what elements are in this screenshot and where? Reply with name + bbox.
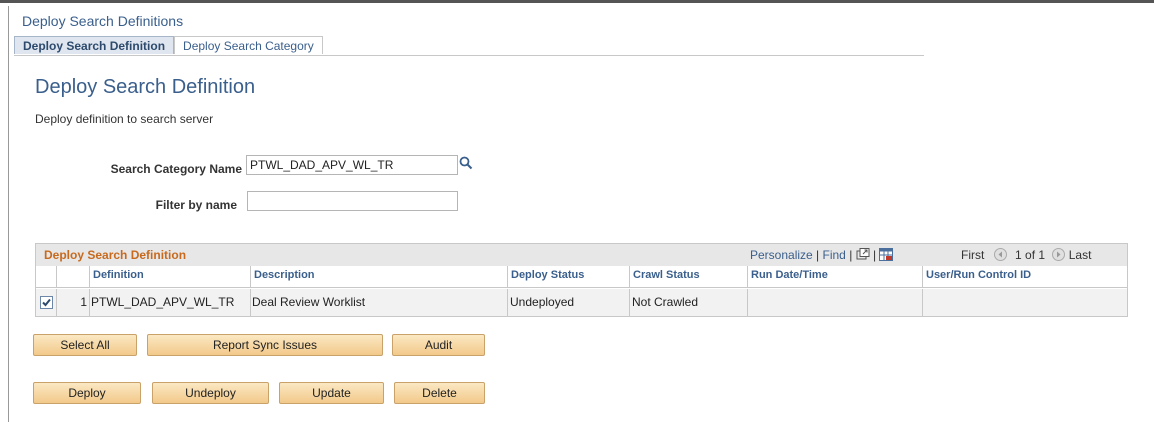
grid-pager: First 1 of 1 Last — [961, 248, 1091, 262]
top-border — [0, 0, 1154, 6]
filter-by-name-label: Filter by name — [155, 198, 237, 212]
filter-by-name-input[interactable] — [247, 191, 458, 211]
column-header-deploy-status[interactable]: Deploy Status — [507, 266, 629, 287]
cell-definition: PTWL_DAD_APV_WL_TR — [89, 289, 250, 316]
cell-user-run-control-id — [922, 289, 1127, 316]
column-header-run-date-time[interactable]: Run Date/Time — [747, 266, 922, 287]
row-number-column-header — [56, 266, 89, 287]
page-range: 1 of 1 — [1015, 248, 1046, 262]
grid-header: Deploy Search Definition Personalize | F… — [36, 244, 1127, 266]
column-header-definition[interactable]: Definition — [89, 266, 250, 287]
previous-arrow-icon[interactable] — [993, 248, 1007, 261]
grid-title: Deploy Search Definition — [44, 248, 187, 262]
column-header-user-run-control-id[interactable]: User/Run Control ID — [922, 266, 1127, 287]
column-header-crawl-status[interactable]: Crawl Status — [629, 266, 747, 287]
search-icon[interactable] — [459, 156, 473, 170]
grid-column-headers: Definition Description Deploy Status Cra… — [36, 266, 1127, 288]
select-cell — [36, 289, 56, 316]
first-link[interactable]: First — [961, 248, 984, 262]
cell-deploy-status: Undeployed — [507, 289, 629, 316]
next-arrow-icon[interactable] — [1052, 248, 1066, 261]
left-rule — [8, 6, 9, 422]
deploy-button[interactable]: Deploy — [33, 382, 141, 404]
deploy-grid: Deploy Search Definition Personalize | F… — [35, 243, 1128, 317]
row-checkbox[interactable] — [40, 296, 53, 309]
search-category-input[interactable] — [246, 155, 458, 175]
search-category-label: Search Category Name — [110, 162, 242, 176]
page-title: Deploy Search Definition — [35, 76, 256, 98]
column-header-description[interactable]: Description — [250, 266, 507, 287]
page-description: Deploy definition to search server — [35, 112, 214, 126]
undeploy-button[interactable]: Undeploy — [152, 382, 269, 404]
cell-description: Deal Review Worklist — [250, 289, 507, 316]
personalize-link[interactable]: Personalize — [750, 248, 813, 262]
toolbar-separator: | — [816, 248, 820, 262]
table-row: 1 PTWL_DAD_APV_WL_TR Deal Review Worklis… — [36, 289, 1127, 316]
app-title: Deploy Search Definitions — [22, 13, 184, 29]
tab-deploy-search-category[interactable]: Deploy Search Category — [174, 36, 323, 54]
row-number: 1 — [56, 289, 89, 316]
toolbar-separator: | — [873, 248, 877, 262]
audit-button[interactable]: Audit — [392, 334, 485, 356]
update-button[interactable]: Update — [279, 382, 384, 404]
delete-button[interactable]: Delete — [394, 382, 485, 404]
grid-toolbar: Personalize | Find | | — [750, 248, 894, 262]
report-sync-issues-button[interactable]: Report Sync Issues — [147, 334, 383, 356]
select-column-header — [36, 266, 56, 287]
select-all-button[interactable]: Select All — [33, 334, 137, 356]
tab-deploy-search-definition[interactable]: Deploy Search Definition — [14, 36, 175, 54]
find-link[interactable]: Find — [823, 248, 846, 262]
cell-crawl-status: Not Crawled — [629, 289, 747, 316]
toolbar-separator: | — [849, 248, 853, 262]
cell-run-date-time — [747, 289, 922, 316]
tab-divider — [14, 55, 924, 56]
last-link[interactable]: Last — [1069, 248, 1092, 262]
view-all-icon[interactable] — [856, 248, 870, 260]
download-spreadsheet-icon[interactable] — [879, 248, 894, 261]
tab-bar: Deploy Search Definition Deploy Search C… — [14, 36, 323, 56]
